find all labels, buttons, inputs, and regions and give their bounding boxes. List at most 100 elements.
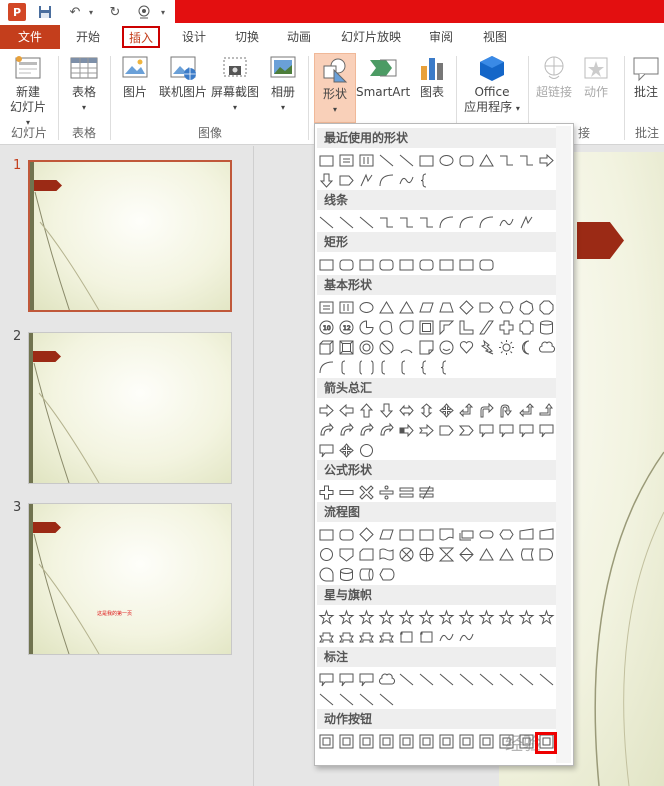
shape-arrow-icon[interactable] (318, 402, 335, 419)
shape-btn-icon[interactable] (478, 733, 495, 750)
shape-cloud-icon[interactable] (378, 671, 396, 688)
shape-can-icon[interactable] (538, 319, 555, 336)
gallery-scrollbar[interactable] (556, 126, 571, 763)
shape-dec-icon[interactable]: 10 (318, 319, 335, 336)
shape-striped-icon[interactable] (398, 422, 415, 439)
shape-brace-icon[interactable] (438, 359, 455, 376)
shape-curved-icon[interactable] (358, 422, 375, 439)
shape-elbow-icon[interactable] (518, 152, 535, 169)
shape-fold-icon[interactable] (418, 339, 435, 356)
shape-ribbon-icon[interactable] (338, 629, 355, 646)
shape-vtext-icon[interactable] (358, 152, 375, 169)
shape-rect-icon[interactable] (418, 152, 435, 169)
picture-button[interactable]: 图片 (116, 54, 154, 100)
shape-cloud-icon[interactable] (538, 339, 556, 356)
shape-sun-icon[interactable] (498, 339, 515, 356)
shape-line-icon[interactable] (398, 152, 415, 169)
shape-star-icon[interactable] (358, 609, 375, 626)
redo-icon[interactable]: ↻ (106, 3, 124, 21)
shape-tear-icon[interactable] (398, 319, 415, 336)
shape-chord-icon[interactable] (378, 319, 395, 336)
shape-line-icon[interactable] (398, 671, 415, 688)
shape-display-icon[interactable] (378, 566, 395, 583)
shape-curved-icon[interactable] (338, 422, 355, 439)
shape-bent-icon[interactable] (478, 402, 495, 419)
tab-review[interactable]: 审阅 (422, 25, 460, 49)
shape-btn-icon[interactable] (358, 733, 375, 750)
slide-thumbnail-2[interactable] (28, 332, 232, 484)
shape-btn-icon[interactable] (398, 733, 415, 750)
shape-lquad-icon[interactable] (458, 402, 475, 419)
shape-minus-icon[interactable] (338, 484, 355, 501)
shape-callout-icon[interactable] (318, 671, 335, 688)
shape-textbox-icon[interactable] (318, 299, 335, 316)
shape-darrow-icon[interactable] (318, 172, 335, 189)
shape-bentup-icon[interactable] (538, 402, 555, 419)
shape-oval-icon[interactable] (438, 152, 455, 169)
shape-line-icon[interactable] (478, 671, 495, 688)
shape-star-icon[interactable] (418, 609, 435, 626)
shape-prep-icon[interactable] (498, 526, 515, 543)
shape-cross-icon[interactable] (498, 319, 515, 336)
undo-dropdown-icon[interactable]: ▾ (86, 3, 96, 21)
shape-moon-icon[interactable] (518, 339, 535, 356)
shape-bevel-icon[interactable] (338, 339, 355, 356)
shape-para-icon[interactable] (378, 526, 395, 543)
shape-direct-icon[interactable] (358, 566, 375, 583)
shape-uturn-icon[interactable] (498, 402, 515, 419)
tab-slideshow[interactable]: 幻灯片放映 (334, 25, 408, 49)
shape-btn-icon[interactable] (418, 733, 435, 750)
shape-chev-icon[interactable] (458, 422, 475, 439)
shape-wave-icon[interactable] (438, 629, 455, 646)
shape-tape-icon[interactable] (378, 546, 395, 563)
shape-oct-icon[interactable] (538, 299, 555, 316)
shape-pie-icon[interactable] (358, 319, 375, 336)
shape-star-icon[interactable] (438, 609, 455, 626)
tab-file[interactable]: 文件 (0, 25, 60, 49)
shape-or-icon[interactable] (418, 546, 435, 563)
tab-insert[interactable]: 插入 (122, 26, 160, 48)
shape-corner-icon[interactable] (458, 319, 475, 336)
shape-manual-icon[interactable] (538, 526, 555, 543)
shape-collate-icon[interactable] (438, 546, 455, 563)
smartart-button[interactable]: SmartArt (356, 54, 410, 100)
shape-off-icon[interactable] (338, 546, 355, 563)
shape-doc-icon[interactable] (438, 526, 455, 543)
album-button[interactable]: 相册 ▾ (264, 54, 302, 115)
shape-star-icon[interactable] (478, 609, 495, 626)
shape-quad-icon[interactable] (338, 442, 355, 459)
shape-rect-icon[interactable] (318, 526, 335, 543)
shape-rect-icon[interactable] (398, 526, 415, 543)
shape-circle-icon[interactable] (318, 546, 335, 563)
shape-star-icon[interactable] (318, 609, 335, 626)
shape-elbow-icon[interactable] (498, 152, 515, 169)
shape-callout-icon[interactable] (478, 422, 495, 439)
shape-line-icon[interactable] (358, 214, 375, 231)
shape-tri-icon[interactable] (478, 152, 495, 169)
shape-lup-icon[interactable] (518, 402, 535, 419)
new-slide-button[interactable]: 新建 幻灯片 ▾ (4, 54, 52, 130)
shape-wave-icon[interactable] (458, 629, 475, 646)
shape-bracket-icon[interactable] (398, 359, 415, 376)
shape-disk-icon[interactable] (338, 566, 355, 583)
shape-term-icon[interactable] (478, 526, 495, 543)
shape-card-icon[interactable] (358, 546, 375, 563)
shape-plaque-icon[interactable] (518, 319, 535, 336)
shape-smile-icon[interactable] (438, 339, 455, 356)
shape-ribbon-icon[interactable] (358, 629, 375, 646)
tab-design[interactable]: 设计 (175, 25, 213, 49)
shape-star-icon[interactable] (458, 609, 475, 626)
shape-pent-icon[interactable] (478, 299, 495, 316)
shape-seq-icon[interactable] (318, 566, 335, 583)
save-icon[interactable] (36, 3, 54, 21)
shape-bracket-icon[interactable] (378, 359, 395, 376)
shape-callout-icon[interactable] (498, 422, 515, 439)
shape-delay-icon[interactable] (538, 546, 555, 563)
shape-line-icon[interactable] (378, 691, 395, 708)
shape-callout-icon[interactable] (358, 671, 375, 688)
shape-oval-icon[interactable] (358, 299, 375, 316)
shape-elbow-icon[interactable] (378, 214, 395, 231)
shape-div-icon[interactable] (378, 484, 395, 501)
shape-pent-icon[interactable] (438, 422, 455, 439)
shape-curve-icon[interactable] (378, 172, 395, 189)
